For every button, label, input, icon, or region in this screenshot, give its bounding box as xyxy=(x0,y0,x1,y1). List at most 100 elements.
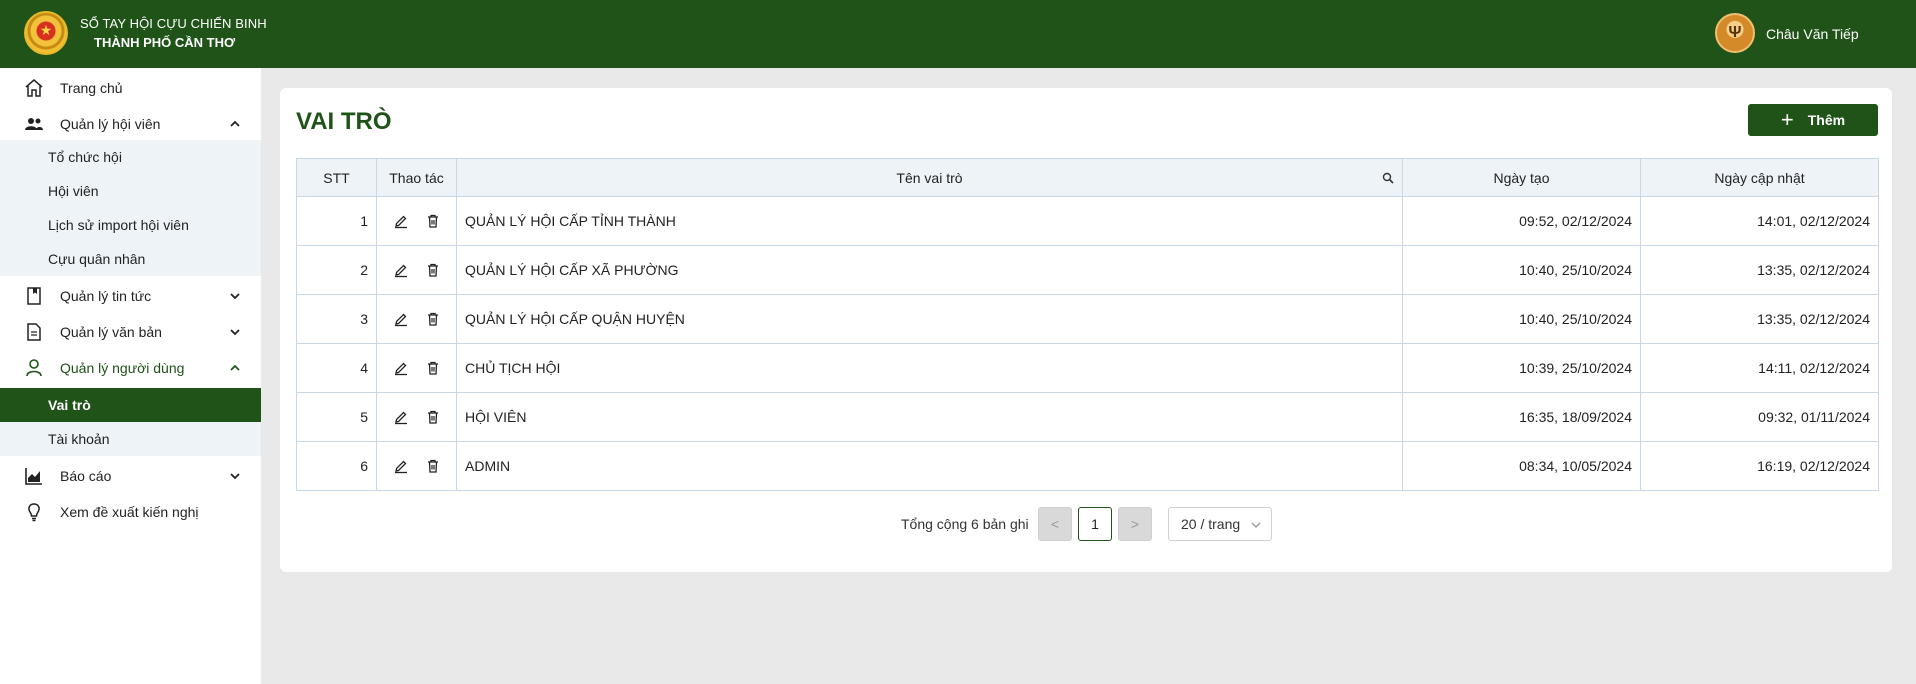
cell-updated: 14:01, 02/12/2024 xyxy=(1640,196,1879,246)
cell-created: 08:34, 10/05/2024 xyxy=(1402,441,1641,491)
row-actions xyxy=(385,262,448,278)
cell-actions xyxy=(376,392,457,442)
user-name[interactable]: Châu Văn Tiếp xyxy=(1766,26,1859,42)
chevron-up-icon xyxy=(230,120,240,127)
edit-icon[interactable] xyxy=(393,409,409,425)
cell-created: 16:35, 18/09/2024 xyxy=(1402,392,1641,442)
sidebar-subitem-label: Vai trò xyxy=(48,397,91,413)
row-actions xyxy=(385,311,448,327)
prev-page-button[interactable]: < xyxy=(1038,507,1072,541)
cell-stt: 2 xyxy=(296,245,377,295)
lightbulb-icon xyxy=(28,503,40,522)
brand-line-2: THÀNH PHỐ CẦN THƠ xyxy=(94,35,236,50)
chevron-down-icon xyxy=(1251,522,1261,528)
edit-icon[interactable] xyxy=(393,213,409,229)
add-button-label: Thêm xyxy=(1807,112,1846,128)
cell-stt: 1 xyxy=(296,196,377,246)
cell-updated: 13:35, 02/12/2024 xyxy=(1640,245,1879,295)
cell-created: 10:40, 25/10/2024 xyxy=(1402,245,1641,295)
content-card: VAI TRÒ + Thêm STT Thao tác Tên vai trò … xyxy=(280,88,1892,572)
next-page-button[interactable]: > xyxy=(1118,507,1152,541)
row-actions xyxy=(385,458,448,474)
sidebar-item-home[interactable]: Trang chủ xyxy=(0,70,261,106)
star-icon: ★ xyxy=(39,22,53,38)
sidebar-item-label: Trang chủ xyxy=(60,80,123,96)
cell-actions xyxy=(376,441,457,491)
chevron-down-icon xyxy=(230,329,240,336)
sidebar-subitem-members[interactable]: Hội viên xyxy=(0,174,261,208)
cell-actions xyxy=(376,245,457,295)
edit-icon[interactable] xyxy=(393,458,409,474)
sidebar-subitem-accounts[interactable]: Tài khoản xyxy=(0,422,261,456)
sidebar-subitem-org[interactable]: Tổ chức hội xyxy=(0,140,261,174)
page-size-value: 20 / trang xyxy=(1181,516,1241,532)
total-records: Tổng cộng 6 bản ghi xyxy=(901,516,1029,532)
bookmark-book-icon xyxy=(27,287,41,305)
add-button[interactable]: + Thêm xyxy=(1748,104,1878,136)
sidebar-item-members[interactable]: Quản lý hội viên xyxy=(0,106,261,142)
roles-table: STT Thao tác Tên vai trò Ngày tạo Ngày c… xyxy=(296,158,1879,491)
cell-role-name: ADMIN xyxy=(456,441,1403,491)
user-avatar[interactable]: Ψ xyxy=(1715,13,1755,53)
current-page-button[interactable]: 1 xyxy=(1078,507,1112,541)
brand-line-1: SỔ TAY HỘI CỰU CHIẾN BINH xyxy=(80,16,267,31)
sidebar-subitem-roles[interactable]: Vai trò xyxy=(0,388,261,422)
sidebar: Trang chủ Quản lý hội viên Tổ chức hội H… xyxy=(0,68,261,684)
col-header-created: Ngày tạo xyxy=(1402,158,1641,197)
user-icon xyxy=(26,359,42,377)
trash-icon[interactable] xyxy=(425,262,441,278)
search-icon[interactable] xyxy=(1382,172,1394,184)
top-header: ★ SỔ TAY HỘI CỰU CHIẾN BINH THÀNH PHỐ CẦ… xyxy=(0,0,1916,68)
sidebar-item-label: Báo cáo xyxy=(60,468,112,484)
trash-icon[interactable] xyxy=(425,458,441,474)
sidebar-subitem-veterans[interactable]: Cựu quân nhân xyxy=(0,242,261,276)
col-header-updated: Ngày cập nhật xyxy=(1640,158,1879,197)
cell-role-name: QUẢN LÝ HỘI CẤP QUẬN HUYỆN xyxy=(456,294,1403,344)
col-header-name-label: Tên vai trò xyxy=(896,169,963,186)
cell-role-name: QUẢN LÝ HỘI CẤP XÃ PHƯỜNG xyxy=(456,245,1403,295)
sidebar-item-label: Quản lý hội viên xyxy=(60,116,161,132)
sidebar-subitem-label: Tổ chức hội xyxy=(48,149,122,165)
sidebar-item-proposals[interactable]: Xem đề xuất kiến nghị xyxy=(0,494,261,530)
sidebar-item-docs[interactable]: Quản lý văn bản xyxy=(0,314,261,350)
sidebar-subitem-label: Tài khoản xyxy=(48,431,110,447)
table-row: 4 CHỦ TỊCH HỘI 10:39, 25/10/2024 14:11, 02/… xyxy=(296,343,1879,393)
area-chart-icon xyxy=(25,468,42,485)
cell-stt: 4 xyxy=(296,343,377,393)
sidebar-item-reports[interactable]: Báo cáo xyxy=(0,458,261,494)
plus-icon: + xyxy=(1780,107,1794,132)
sidebar-subitem-import-history[interactable]: Lịch sử import hội viên xyxy=(0,208,261,242)
cell-role-name: HỘI VIÊN xyxy=(456,392,1403,442)
sidebar-item-label: Quản lý văn bản xyxy=(60,324,162,340)
trash-icon[interactable] xyxy=(425,213,441,229)
row-actions xyxy=(385,360,448,376)
edit-icon[interactable] xyxy=(393,311,409,327)
cell-actions xyxy=(376,196,457,246)
table-row: 2 QUẢN LÝ HỘI CẤP XÃ PHƯỜNG 10:40, 25/10/2… xyxy=(296,245,1879,295)
trash-icon[interactable] xyxy=(425,360,441,376)
cell-updated: 09:32, 01/11/2024 xyxy=(1640,392,1879,442)
page-size-select[interactable]: 20 / trang xyxy=(1168,507,1272,541)
col-header-actions: Thao tác xyxy=(376,158,457,197)
trash-icon[interactable] xyxy=(425,409,441,425)
chevron-down-icon xyxy=(230,293,240,300)
sidebar-subitem-label: Hội viên xyxy=(48,183,99,199)
cell-actions xyxy=(376,294,457,344)
trash-icon[interactable] xyxy=(425,311,441,327)
cell-role-name: CHỦ TỊCH HỘI xyxy=(456,343,1403,393)
sidebar-item-users[interactable]: Quản lý người dùng xyxy=(0,350,261,386)
home-icon xyxy=(25,79,43,97)
row-actions xyxy=(385,409,448,425)
avatar-figure-icon: Ψ xyxy=(1728,24,1742,41)
table-row: 1 QUẢN LÝ HỘI CẤP TỈNH THÀNH 09:52, 02/12/… xyxy=(296,196,1879,246)
cell-updated: 16:19, 02/12/2024 xyxy=(1640,441,1879,491)
sidebar-item-label: Quản lý người dùng xyxy=(60,360,185,376)
table-header-row: STT Thao tác Tên vai trò Ngày tạo Ngày c… xyxy=(296,158,1879,197)
edit-icon[interactable] xyxy=(393,360,409,376)
sidebar-item-news[interactable]: Quản lý tin tức xyxy=(0,278,261,314)
edit-icon[interactable] xyxy=(393,262,409,278)
col-header-stt: STT xyxy=(296,158,377,197)
cell-updated: 14:11, 02/12/2024 xyxy=(1640,343,1879,393)
cell-stt: 5 xyxy=(296,392,377,442)
sidebar-subitem-label: Lịch sử import hội viên xyxy=(48,217,189,233)
